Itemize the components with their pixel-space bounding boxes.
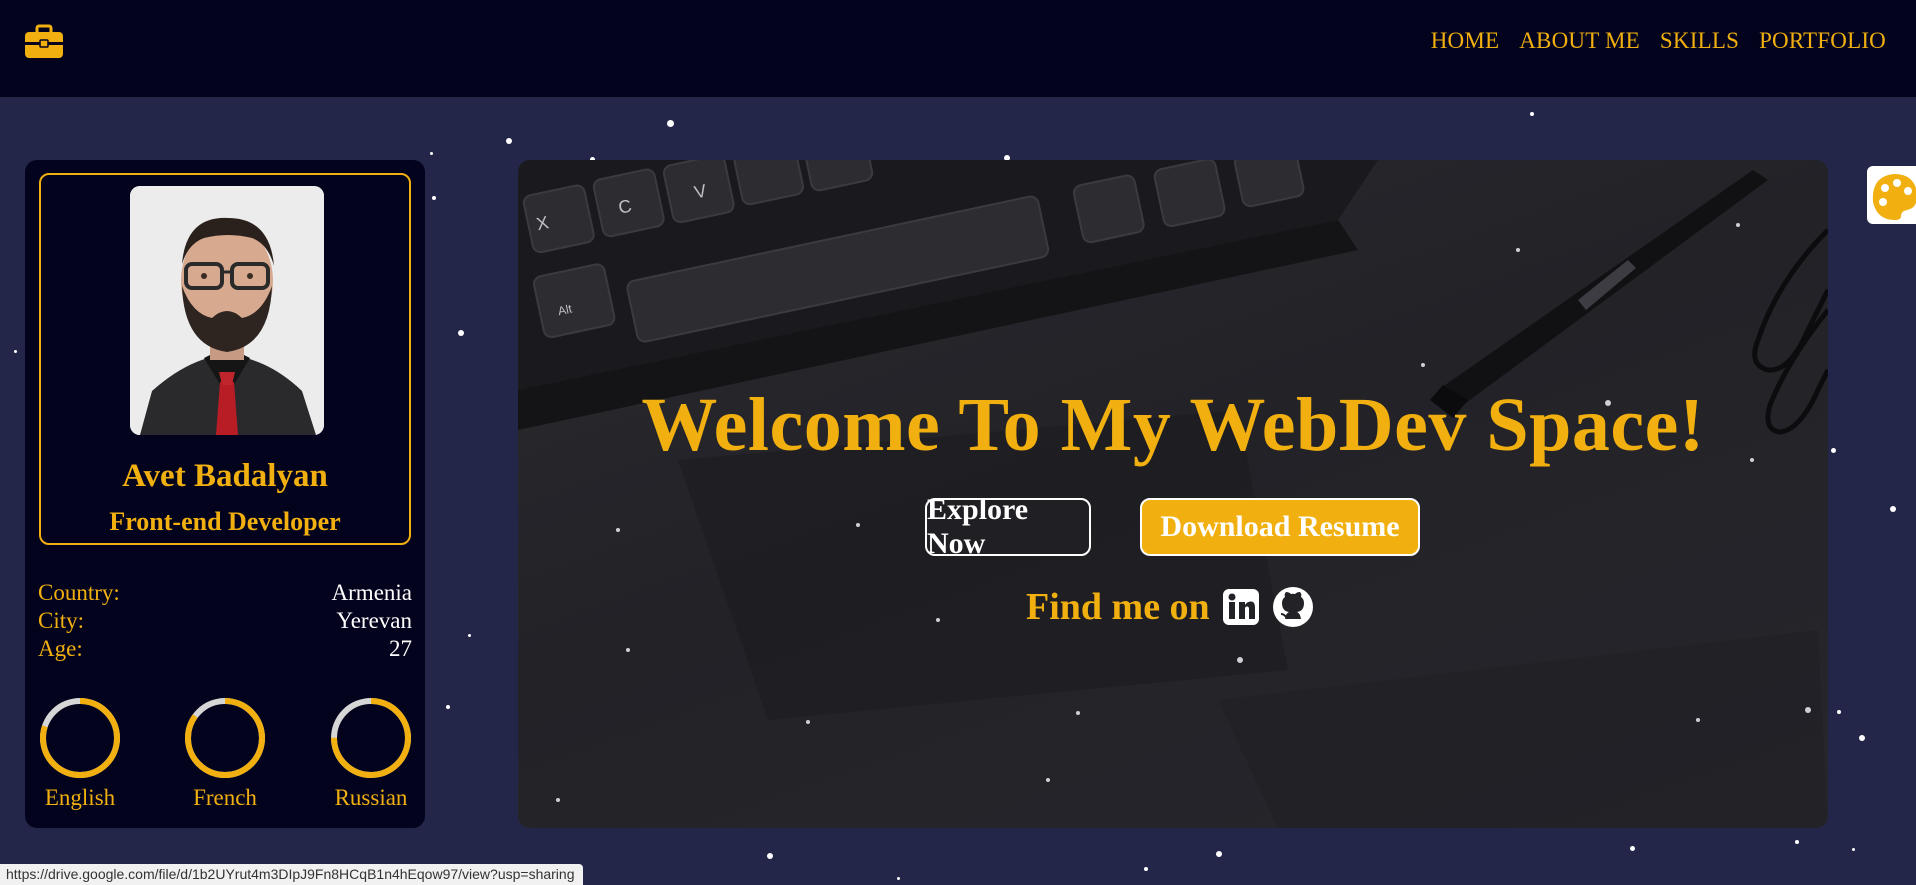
star: [667, 120, 674, 127]
language-label: English: [44, 785, 116, 810]
info-value: Armenia: [331, 580, 412, 605]
hero-background-image: X C V Alt: [518, 160, 1828, 828]
star: [432, 196, 436, 200]
star: [1144, 867, 1148, 871]
info-value: 27: [389, 636, 412, 661]
star: [767, 853, 773, 859]
language-label: Russian: [334, 785, 408, 810]
star: [1890, 506, 1896, 512]
info-row-city: City: Yerevan: [38, 608, 412, 636]
star: [1795, 840, 1799, 844]
info-key: City:: [38, 608, 85, 633]
language-english: English: [25, 695, 135, 811]
star: [430, 152, 433, 155]
star: [1859, 735, 1865, 741]
hero-title: Welcome To My WebDev Space!: [641, 383, 1705, 467]
palette-icon: [1872, 174, 1916, 220]
navbar: HOME ABOUT ME SKILLS PORTFOLIO: [0, 0, 1916, 97]
nav-menu: HOME ABOUT ME SKILLS PORTFOLIO: [1431, 28, 1886, 54]
star: [1837, 710, 1841, 714]
linkedin-icon[interactable]: [1222, 588, 1260, 626]
download-resume-button[interactable]: Download Resume: [1140, 498, 1420, 556]
nav-about-me[interactable]: ABOUT ME: [1519, 28, 1640, 54]
profile-frame: Avet Badalyan Front-end Developer: [39, 173, 411, 545]
language-label: French: [193, 785, 257, 810]
profile-role: Front-end Developer: [109, 507, 341, 536]
star: [458, 330, 464, 336]
nav-home[interactable]: HOME: [1431, 28, 1500, 54]
profile-card: Avet Badalyan Front-end Developer Countr…: [25, 160, 425, 828]
theme-palette-button[interactable]: [1867, 166, 1916, 224]
find-me-label: Find me on: [1026, 586, 1210, 628]
language-french: French: [170, 695, 280, 811]
star: [897, 877, 900, 880]
avatar: [130, 186, 324, 435]
nav-portfolio[interactable]: PORTFOLIO: [1759, 28, 1886, 54]
info-row-age: Age: 27: [38, 636, 412, 664]
language-progress-ring: [331, 698, 411, 778]
star: [468, 634, 471, 637]
star: [1530, 112, 1534, 116]
star: [506, 138, 512, 144]
hero-banner: X C V Alt Welcome To My WebDev Space! Ex…: [518, 160, 1828, 828]
star: [446, 705, 450, 709]
language-progress-ring: [185, 698, 265, 778]
star: [1216, 851, 1222, 857]
nav-skills[interactable]: SKILLS: [1660, 28, 1739, 54]
profile-name: Avet Badalyan: [122, 458, 328, 494]
star: [1852, 848, 1855, 851]
info-value: Yerevan: [336, 608, 412, 633]
star: [1831, 448, 1836, 453]
find-me-on: Find me on: [1026, 584, 1314, 630]
page: HOME ABOUT ME SKILLS PORTFOLIO Avet Bada…: [0, 0, 1916, 885]
language-progress-ring: [40, 698, 120, 778]
info-key: Country:: [38, 580, 120, 605]
info-key: Age:: [38, 636, 83, 661]
explore-now-button[interactable]: Explore Now: [925, 493, 1091, 560]
info-row-country: Country: Armenia: [38, 580, 412, 608]
github-icon[interactable]: [1272, 586, 1314, 628]
star: [14, 350, 17, 353]
status-bar-url: https://drive.google.com/file/d/1b2UYrut…: [0, 864, 583, 885]
star: [1630, 846, 1635, 851]
briefcase-icon[interactable]: [24, 24, 64, 60]
language-russian: Russian: [316, 695, 426, 811]
